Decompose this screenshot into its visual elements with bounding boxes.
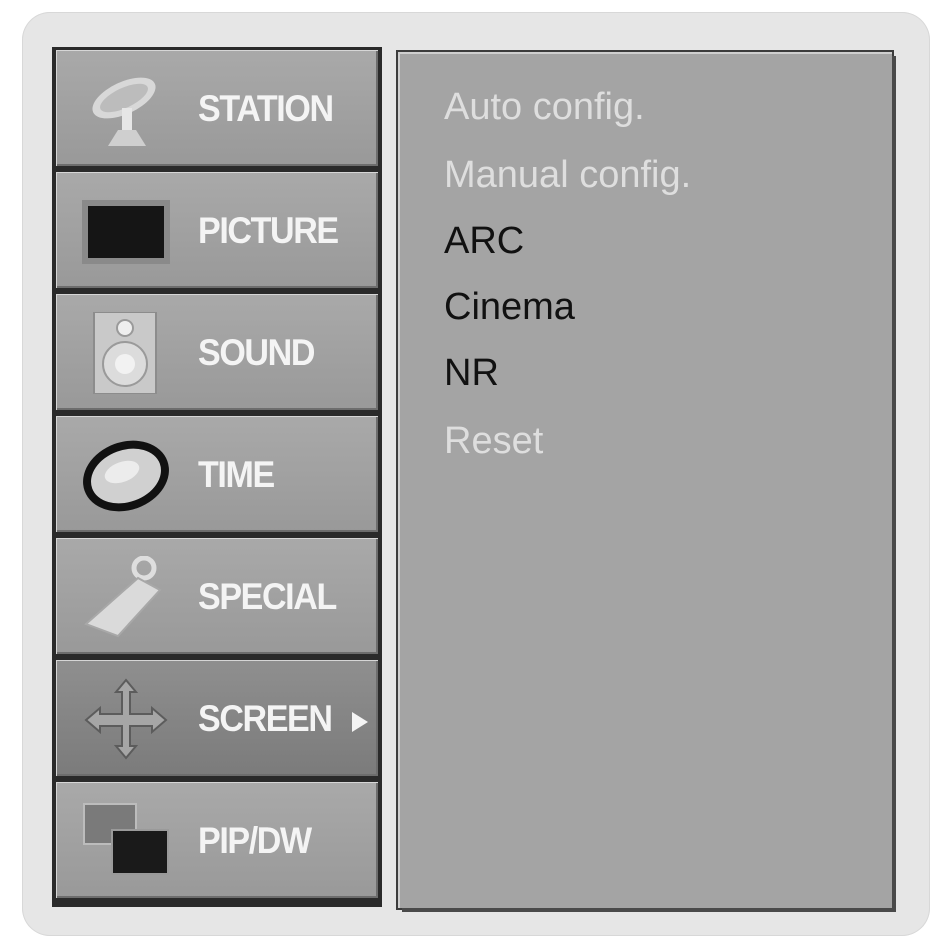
speaker-icon — [78, 312, 174, 394]
menu-item-time[interactable]: TIME — [56, 416, 378, 532]
clock-icon — [78, 434, 174, 516]
menu-label-time: TIME — [198, 454, 275, 495]
menu-label-screen: SCREEN — [198, 698, 333, 739]
menu-item-station[interactable]: STATION — [56, 50, 378, 166]
option-manual-config: Manual config. — [444, 154, 692, 196]
menu-item-special[interactable]: SPECIAL — [56, 538, 378, 654]
option-arc[interactable]: ARC — [444, 220, 524, 263]
option-cinema[interactable]: Cinema — [444, 286, 575, 329]
option-reset: Reset — [444, 420, 544, 462]
move-arrows-icon — [78, 678, 174, 760]
menu-label-special: SPECIAL — [198, 576, 337, 617]
menu-label-picture: PICTURE — [198, 210, 339, 251]
option-auto-config: Auto config. — [444, 86, 645, 128]
menu-item-picture[interactable]: PICTURE — [56, 172, 378, 288]
dual-window-icon — [78, 800, 174, 882]
option-nr[interactable]: NR — [444, 352, 499, 395]
menu-label-sound: SOUND — [198, 332, 315, 373]
menu-label-station: STATION — [198, 88, 334, 129]
menu-item-screen[interactable]: SCREEN — [56, 660, 378, 776]
menu-item-sound[interactable]: SOUND — [56, 294, 378, 410]
satellite-dish-icon — [78, 68, 174, 150]
menu-label-pipdw: PIP/DW — [198, 820, 312, 861]
key-tag-icon — [78, 556, 174, 638]
tv-screen-icon — [78, 190, 174, 272]
right-arrow-icon — [352, 712, 368, 732]
menu-item-pipdw[interactable]: PIP/DW — [56, 782, 378, 898]
